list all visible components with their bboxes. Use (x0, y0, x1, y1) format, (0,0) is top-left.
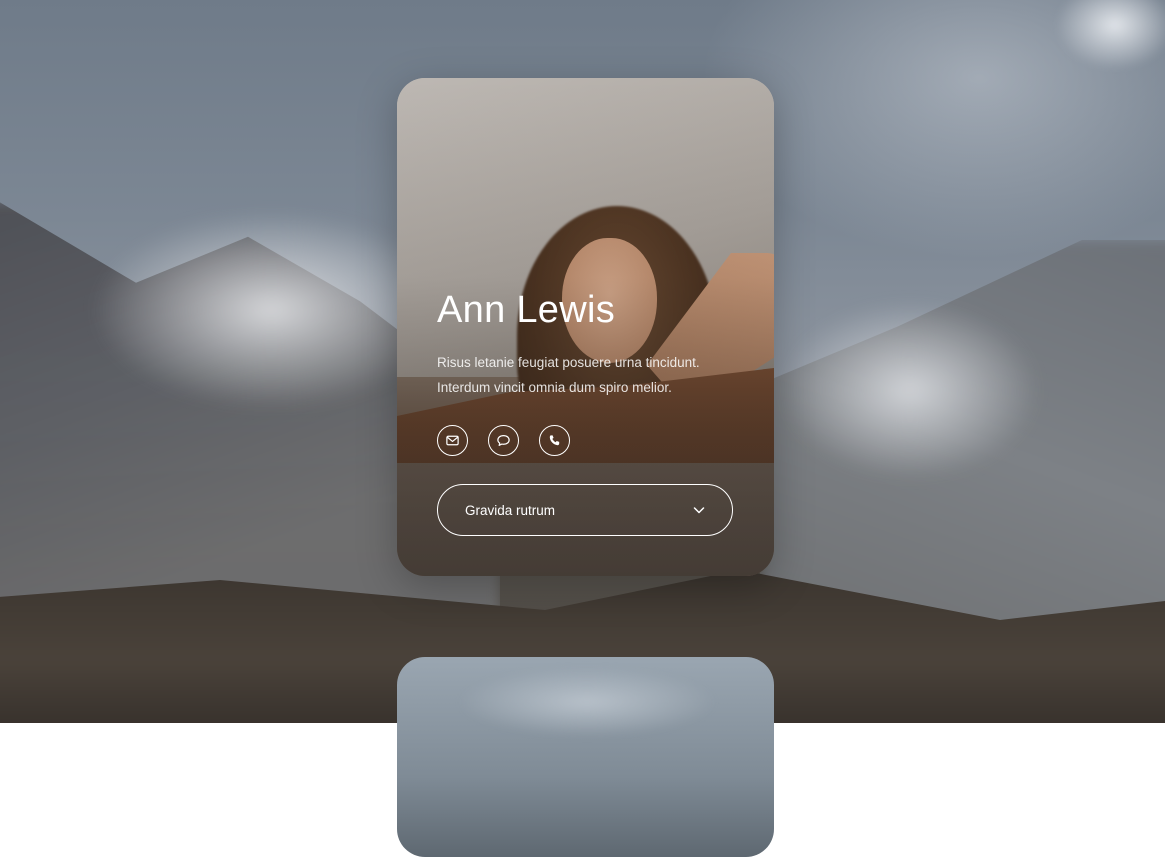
chat-button[interactable] (488, 425, 519, 456)
phone-icon (549, 435, 560, 446)
profile-name: Ann Lewis (437, 289, 616, 331)
snow-left (90, 210, 420, 410)
cloud (1055, 0, 1165, 70)
next-card-cloud (457, 667, 717, 737)
profile-description: Risus letanie feugiat posuere urna tinci… (437, 355, 700, 395)
profile-card: Ann Lewis Risus letanie feugiat posuere … (397, 78, 774, 576)
dropdown-label: Gravida rutrum (465, 502, 556, 518)
chat-icon (497, 435, 510, 446)
mail-icon (446, 435, 459, 446)
profile-content: Ann Lewis Risus letanie feugiat posuere … (437, 288, 737, 456)
contact-icons (437, 425, 737, 456)
chevron-down-icon (693, 507, 705, 514)
phone-button[interactable] (539, 425, 570, 456)
mail-button[interactable] (437, 425, 468, 456)
snow-right (780, 300, 1040, 480)
next-card-preview[interactable] (397, 657, 774, 857)
category-dropdown[interactable]: Gravida rutrum (437, 484, 733, 536)
